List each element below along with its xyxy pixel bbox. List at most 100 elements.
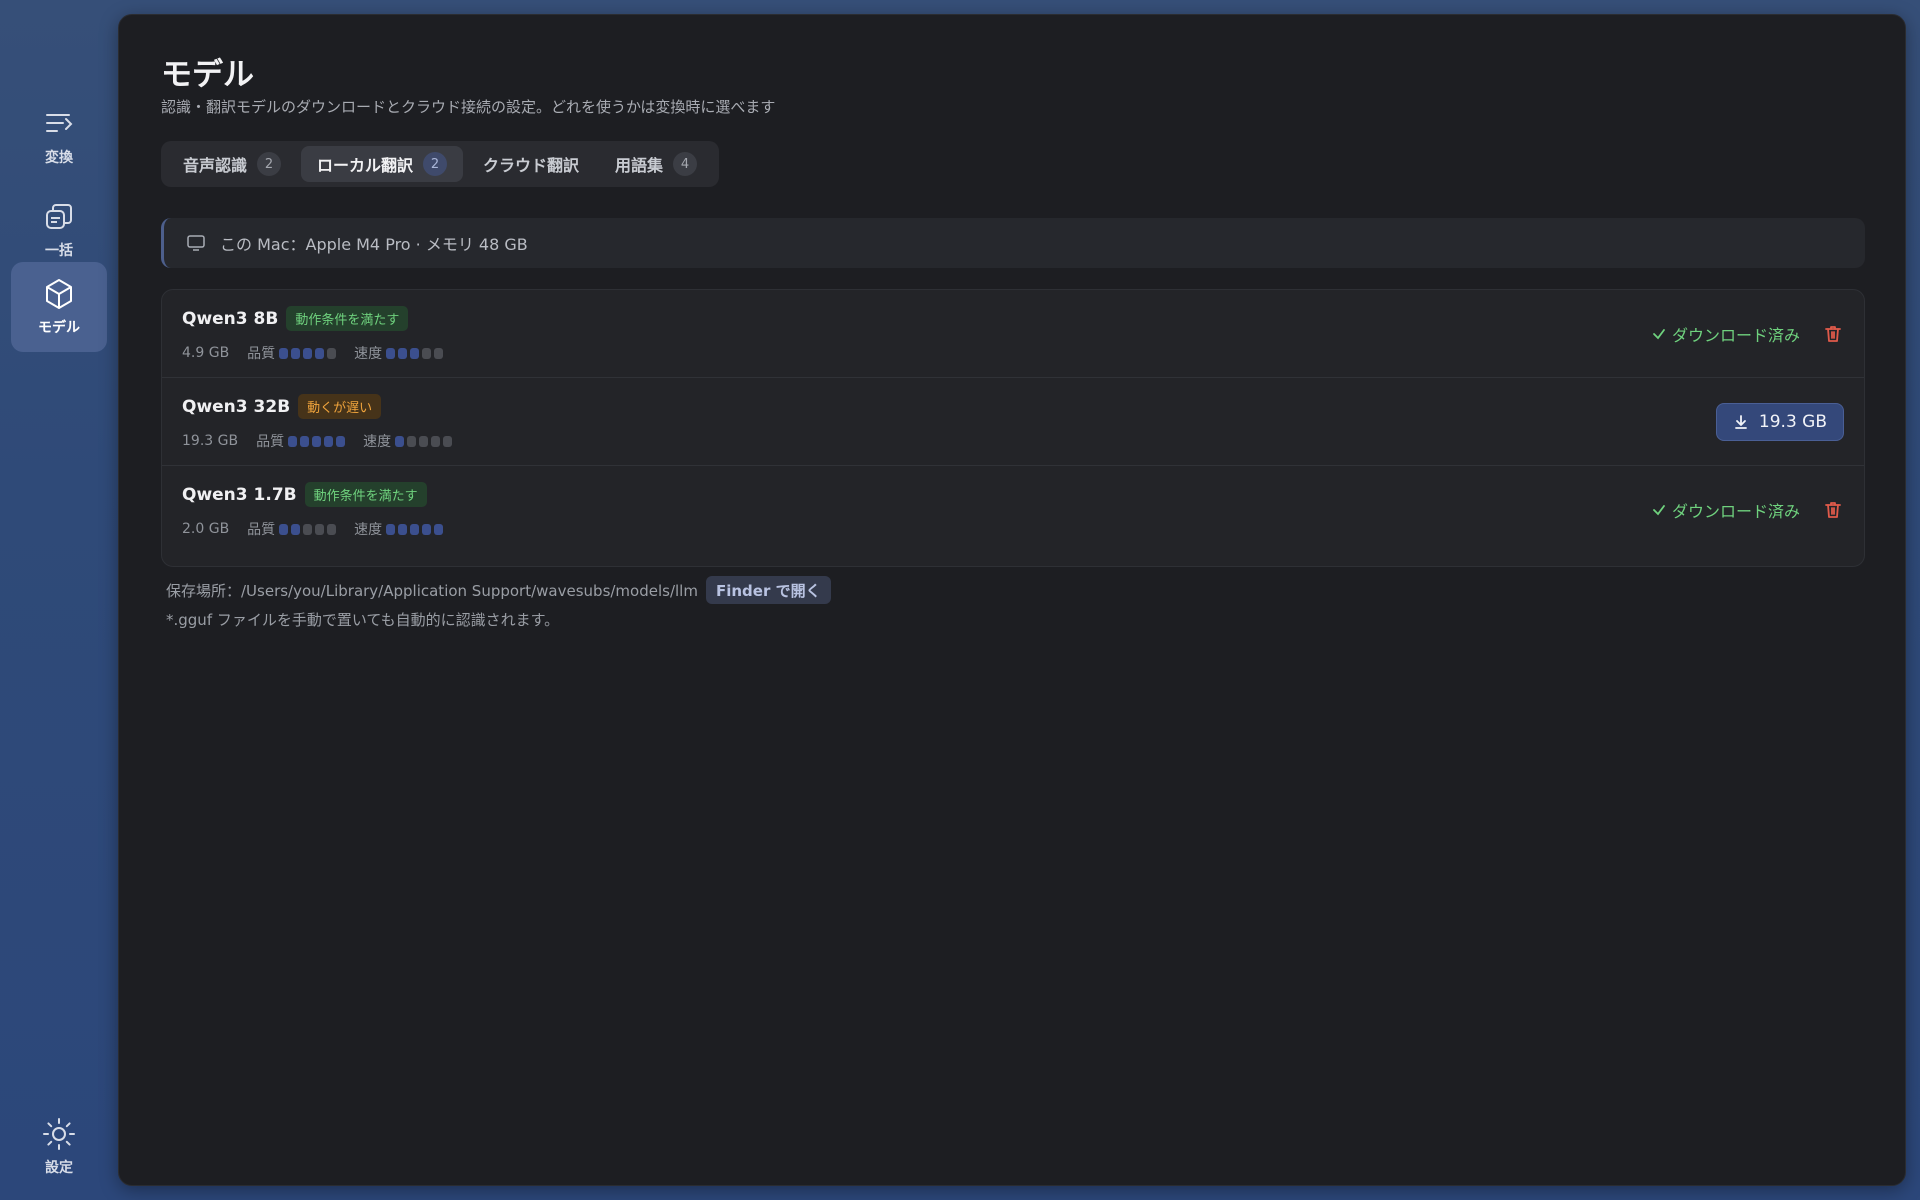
rating-dot bbox=[303, 347, 313, 359]
settings-sun-icon bbox=[43, 1118, 75, 1150]
rating-dot bbox=[434, 347, 444, 359]
rating-dot bbox=[443, 435, 453, 447]
tab-label: クラウド翻訳 bbox=[483, 156, 580, 175]
downloaded-status: ダウンロード済み bbox=[1652, 322, 1800, 346]
rating-dot bbox=[407, 435, 417, 447]
downloaded-label: ダウンロード済み bbox=[1671, 326, 1800, 345]
quality-rating bbox=[279, 523, 337, 535]
gguf-note: *.gguf ファイルを手動で置いても自動的に認識されます。 bbox=[166, 611, 560, 629]
batch-icon bbox=[46, 204, 72, 229]
trash-icon[interactable] bbox=[1822, 323, 1844, 345]
tab-label: ローカル翻訳 bbox=[317, 156, 414, 175]
sidebar: 変換 一括 モデル 設定 bbox=[0, 0, 118, 1200]
model-size: 4.9 GB bbox=[182, 345, 230, 361]
rating-dot bbox=[327, 347, 337, 359]
model-size: 2.0 GB bbox=[182, 521, 230, 537]
download-size-label: 19.3 GB bbox=[1758, 412, 1827, 432]
main-panel: モデル 認識・翻訳モデルのダウンロードとクラウド接続の設定。どれを使うかは変換時… bbox=[118, 14, 1906, 1186]
speed-label: 速度 bbox=[354, 346, 383, 362]
status-badge: 動くが遅い bbox=[298, 394, 382, 419]
model-name: Qwen3 32B bbox=[182, 396, 291, 417]
machine-info-text: この Mac：Apple M4 Pro · メモリ 48 GB bbox=[220, 235, 528, 254]
sidebar-item-convert[interactable]: 変換 bbox=[11, 92, 107, 182]
quality-rating bbox=[279, 347, 337, 359]
quality-rating bbox=[288, 435, 346, 447]
rating-dot bbox=[279, 523, 289, 535]
rating-dot bbox=[386, 347, 396, 359]
storage-path: 保存場所：/Users/you/Library/Application Supp… bbox=[166, 581, 698, 600]
tab-label: 音声認識 bbox=[183, 156, 248, 175]
speed-rating bbox=[386, 347, 444, 359]
tab-local-translation[interactable]: ローカル翻訳 2 bbox=[301, 146, 464, 182]
rating-dot bbox=[324, 435, 334, 447]
sidebar-item-models[interactable]: モデル bbox=[11, 262, 107, 352]
tab-bar: 音声認識 2 ローカル翻訳 2 クラウド翻訳 用語集 4 bbox=[161, 141, 720, 187]
model-name: Qwen3 8B bbox=[182, 308, 279, 329]
check-icon bbox=[1653, 329, 1665, 340]
downloaded-status: ダウンロード済み bbox=[1652, 498, 1800, 522]
model-size: 19.3 GB bbox=[182, 433, 239, 449]
rating-dot bbox=[395, 435, 405, 447]
model-cube-icon bbox=[46, 279, 72, 309]
rating-dot bbox=[431, 435, 441, 447]
rating-dot bbox=[315, 347, 325, 359]
convert-icon bbox=[46, 114, 73, 132]
rating-dot bbox=[315, 523, 325, 535]
sidebar-item-label: モデル bbox=[38, 320, 80, 336]
open-in-finder-button[interactable]: Finder で開く bbox=[705, 576, 831, 604]
monitor-icon bbox=[187, 235, 205, 251]
rating-dot bbox=[398, 523, 408, 535]
machine-info-banner: この Mac：Apple M4 Pro · メモリ 48 GB bbox=[161, 218, 1865, 268]
tab-cloud-translation[interactable]: クラウド翻訳 bbox=[467, 146, 595, 182]
status-badge: 動作条件を満たす bbox=[286, 306, 409, 331]
rating-dot bbox=[279, 347, 289, 359]
quality-label: 品質 bbox=[247, 346, 276, 362]
quality-label: 品質 bbox=[247, 522, 276, 538]
quality-label: 品質 bbox=[256, 434, 285, 450]
speed-label: 速度 bbox=[354, 522, 383, 538]
rating-dot bbox=[291, 347, 301, 359]
download-icon bbox=[1735, 415, 1747, 429]
rating-dot bbox=[386, 523, 396, 535]
rating-dot bbox=[327, 523, 337, 535]
rating-dot bbox=[291, 523, 301, 535]
downloaded-label: ダウンロード済み bbox=[1671, 502, 1800, 521]
speed-label: 速度 bbox=[363, 434, 392, 450]
rating-dot bbox=[422, 523, 432, 535]
tab-count: 2 bbox=[423, 152, 448, 176]
model-row: Qwen3 32B 動くが遅い 19.3 GB 品質 速度 19.3 GB bbox=[162, 378, 1864, 466]
rating-dot bbox=[422, 347, 432, 359]
tab-glossary[interactable]: 用語集 4 bbox=[599, 146, 713, 182]
storage-location: 保存場所：/Users/you/Library/Application Supp… bbox=[166, 576, 831, 604]
rating-dot bbox=[336, 435, 346, 447]
tab-label: 用語集 bbox=[615, 156, 664, 175]
page-title: モデル bbox=[161, 57, 254, 93]
status-badge: 動作条件を満たす bbox=[304, 482, 427, 507]
rating-dot bbox=[303, 523, 313, 535]
sidebar-item-label: 変換 bbox=[45, 150, 73, 166]
sidebar-item-label: 設定 bbox=[45, 1160, 73, 1176]
rating-dot bbox=[300, 435, 310, 447]
rating-dot bbox=[288, 435, 298, 447]
tab-count: 4 bbox=[673, 152, 698, 176]
rating-dot bbox=[410, 347, 420, 359]
model-row: Qwen3 1.7B 動作条件を満たす 2.0 GB 品質 速度 ダウンロード済… bbox=[162, 466, 1864, 554]
trash-icon[interactable] bbox=[1822, 499, 1844, 521]
page-subtitle: 認識・翻訳モデルのダウンロードとクラウド接続の設定。どれを使うかは変換時に選べま… bbox=[161, 98, 776, 116]
rating-dot bbox=[419, 435, 429, 447]
rating-dot bbox=[410, 523, 420, 535]
rating-dot bbox=[398, 347, 408, 359]
tab-count: 2 bbox=[257, 152, 282, 176]
tab-speech-recognition[interactable]: 音声認識 2 bbox=[167, 146, 297, 182]
sidebar-item-label: 一括 bbox=[45, 243, 73, 259]
sidebar-item-settings[interactable]: 設定 bbox=[11, 1102, 107, 1192]
rating-dot bbox=[312, 435, 322, 447]
model-list: Qwen3 8B 動作条件を満たす 4.9 GB 品質 速度 ダウンロード済み bbox=[161, 289, 1865, 567]
speed-rating bbox=[386, 523, 444, 535]
speed-rating bbox=[395, 435, 453, 447]
check-icon bbox=[1653, 505, 1665, 516]
rating-dot bbox=[434, 523, 444, 535]
download-button[interactable]: 19.3 GB bbox=[1715, 403, 1844, 441]
model-row: Qwen3 8B 動作条件を満たす 4.9 GB 品質 速度 ダウンロード済み bbox=[162, 290, 1864, 378]
model-name: Qwen3 1.7B bbox=[182, 484, 297, 505]
